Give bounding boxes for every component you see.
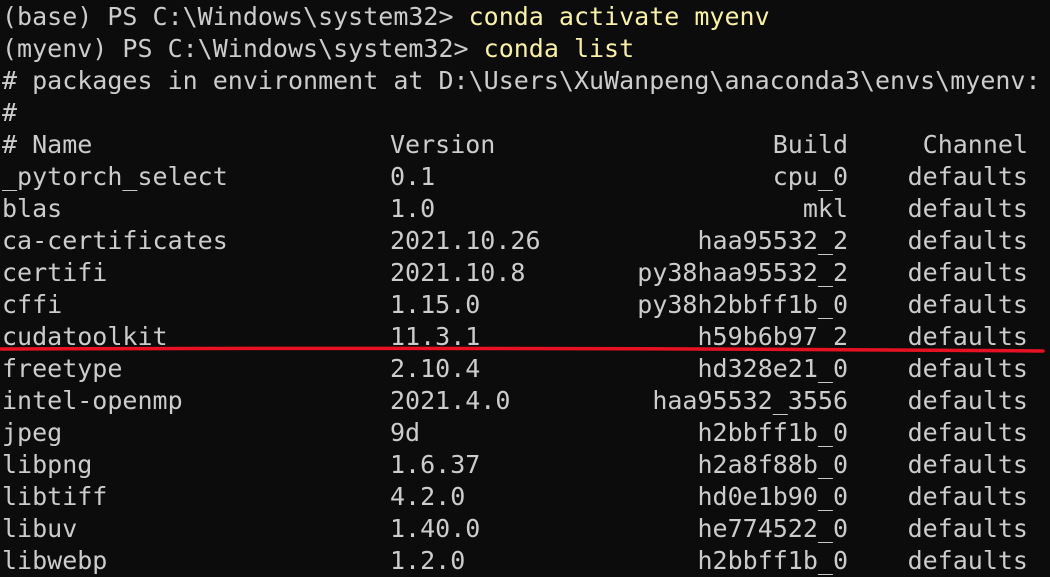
table-row: libwebp 1.2.0 h2bbff1b_0 defaults [2,545,1042,577]
header-build: Build [772,130,848,159]
terminal-window[interactable]: (base) PS C:\Windows\system32> conda act… [0,0,1050,577]
package-name: libuv [2,514,78,543]
package-name: _pytorch_select [2,162,228,191]
package-name: intel-openmp [2,386,183,415]
package-name: blas [2,194,63,223]
prompt-prefix: (myenv) PS C:\Windows\system32> [2,34,484,63]
header-version: Version [390,130,496,159]
package-build: cpu_0 [772,162,848,191]
header-channel: Channel [922,130,1028,159]
table-row: intel-openmp 2021.4.0 haa95532_3556 default… [2,385,1042,417]
package-build: haa95532_3556 [652,386,848,415]
table-row: libpng 1.6.37 h2a8f88b_0 defaults [2,449,1042,481]
package-build: hd0e1b90_0 [697,482,848,511]
package-version: 1.40.0 [390,514,481,543]
package-channel: defaults [907,546,1028,575]
package-version: 4.2.0 [390,482,466,511]
package-channel: defaults [907,258,1028,287]
package-version: 1.6.37 [390,450,481,479]
prompt-line-1: (base) PS C:\Windows\system32> conda act… [2,1,770,33]
package-build: he774522_0 [697,514,848,543]
table-row: libuv 1.40.0 he774522_0 defaults [2,513,1042,545]
table-row: jpeg 9d h2bbff1b_0 defaults [2,417,1042,449]
comment-hash-line: # [2,98,18,127]
table-row: certifi 2021.10.8 py38haa95532_2 defaults [2,257,1042,289]
package-channel: defaults [907,194,1028,223]
table-row: ca-certificates 2021.10.26 haa95532_2 defau… [2,225,1042,257]
command-text: conda list [483,34,635,63]
prompt-prefix: (base) PS C:\Windows\system32> [2,2,469,31]
table-header: # Name Version Build Channel [2,129,1042,161]
package-channel: defaults [907,514,1028,543]
table-row: cffi 1.15.0 py38h2bbff1b_0 defaults [2,289,1042,321]
prompt-line-2: (myenv) PS C:\Windows\system32> conda li… [2,33,634,65]
package-version: 0.1 [390,162,436,191]
environment-path-comment: # packages in environment at D:\Users\Xu… [2,66,1041,95]
package-channel: defaults [907,450,1028,479]
package-build: h2a8f88b_0 [697,450,848,479]
package-name: ca-certificates [2,226,228,255]
package-name: certifi [2,258,108,287]
package-build: haa95532_2 [697,226,848,255]
package-name: libtiff [2,482,108,511]
table-row: _pytorch_select 0.1 cpu_0 defaults [2,161,1042,193]
package-version: 2021.4.0 [390,386,511,415]
package-version: 1.0 [390,194,436,223]
package-name: cffi [2,290,63,319]
package-version: 1.15.0 [390,290,481,319]
package-channel: defaults [907,162,1028,191]
package-build: mkl [802,194,848,223]
package-channel: defaults [907,482,1028,511]
header-name: # Name [2,130,93,159]
package-channel: defaults [907,418,1028,447]
package-build: h2bbff1b_0 [697,418,848,447]
command-text: conda activate myenv [468,2,770,31]
package-build: py38h2bbff1b_0 [637,290,848,319]
red-highlight-underline [0,346,1045,353]
package-build: py38haa95532_2 [637,258,848,287]
package-build: h2bbff1b_0 [697,546,848,575]
package-version: 2021.10.8 [390,258,526,287]
table-row: blas 1.0 mkl defaults [2,193,1042,225]
package-channel: defaults [907,226,1028,255]
package-channel: defaults [907,290,1028,319]
package-version: 1.2.0 [390,546,466,575]
package-name: libpng [2,450,93,479]
package-version: 9d [390,418,421,447]
package-version: 2021.10.26 [390,226,541,255]
package-name: jpeg [2,418,63,447]
table-row: libtiff 4.2.0 hd0e1b90_0 defaults [2,481,1042,513]
package-name: libwebp [2,546,108,575]
package-channel: defaults [907,386,1028,415]
